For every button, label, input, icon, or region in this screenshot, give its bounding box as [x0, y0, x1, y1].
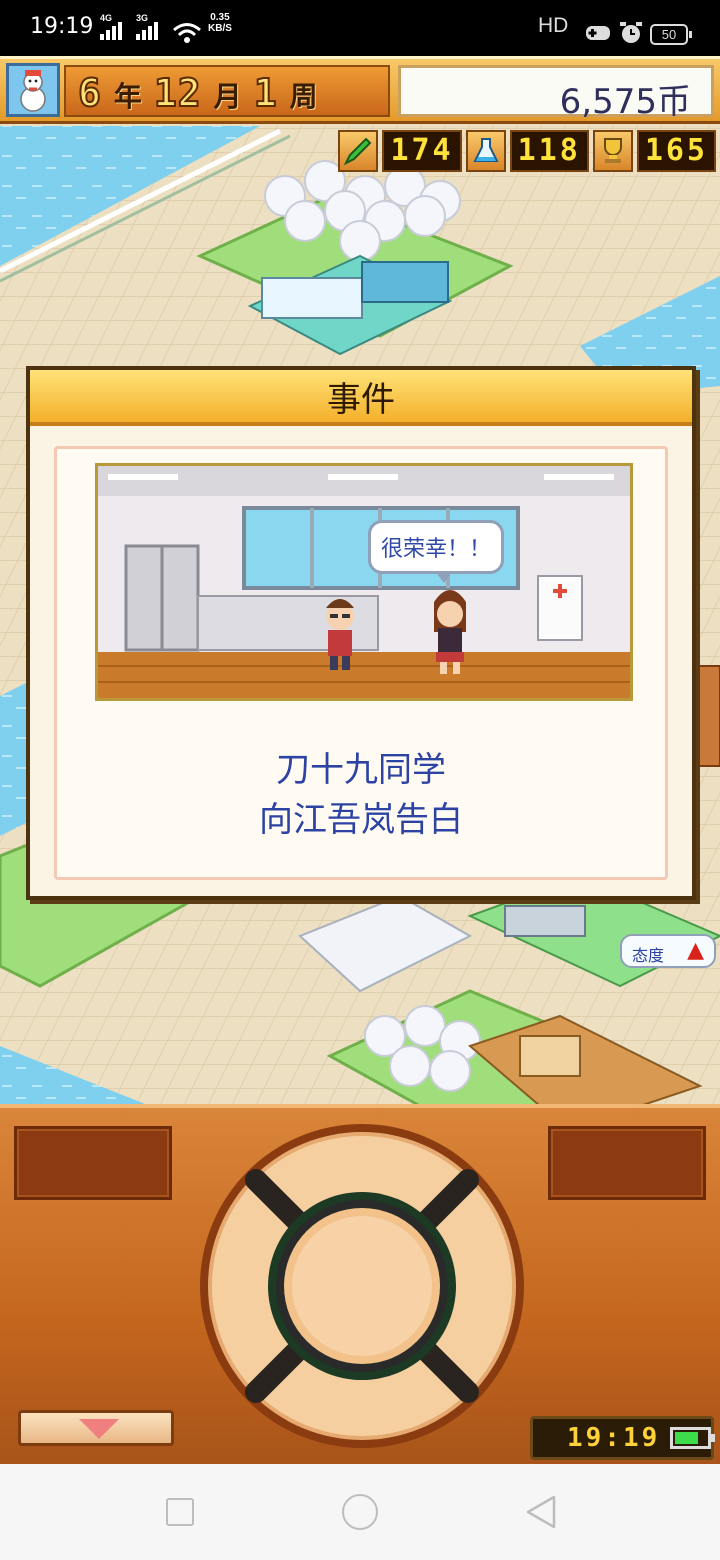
wifi-icon: [173, 23, 201, 43]
trophy-icon: [592, 130, 633, 172]
snowman-icon: [6, 63, 60, 117]
girl-student: [434, 590, 466, 674]
network-speed: 0.35 KB/S: [208, 12, 232, 34]
week-unit: 周: [289, 80, 318, 113]
battery-icon: [670, 1427, 715, 1449]
status-bar: 19:19 4G 3G 0.35 KB/S HD 50: [0, 0, 720, 56]
network-speed-unit: KB/S: [208, 23, 232, 34]
status-time: 19:19: [30, 14, 94, 39]
right-action-button[interactable]: [548, 1126, 706, 1200]
event-scene: 很荣幸！！: [95, 463, 633, 701]
back-button[interactable]: [524, 1494, 558, 1530]
event-line-1: 刀十九同学: [276, 750, 446, 790]
game-clock: 19:19: [530, 1416, 715, 1460]
home-button[interactable]: [342, 1494, 378, 1530]
speech-bubble: 很荣幸！！: [368, 520, 505, 583]
hd-label: HD: [538, 14, 569, 37]
year-number: 6: [77, 70, 102, 116]
signal-icon: [100, 22, 122, 40]
center-button[interactable]: [288, 1212, 436, 1360]
science-stat: 118: [509, 130, 589, 172]
month-number: 12: [153, 70, 202, 116]
attitude-up-icon: ▲: [687, 938, 704, 963]
stats-bar: 174 118 165: [338, 130, 716, 172]
event-dialog[interactable]: 事件 很荣幸！！ 刀十九同学 向江吾岚告白: [26, 366, 696, 900]
week-number: 1: [253, 70, 278, 116]
dialog-body: 很荣幸！！ 刀十九同学 向江吾岚告白: [54, 446, 668, 880]
alarm-icon: [620, 22, 642, 43]
money-display: 6,575币: [398, 65, 714, 122]
dialog-title: 事件: [327, 379, 395, 420]
controller-panel: 19:19: [0, 1104, 720, 1464]
left-action-button[interactable]: [14, 1126, 172, 1200]
network-speed-value: 0.35: [210, 12, 230, 23]
recent-apps-button[interactable]: [166, 1498, 194, 1526]
money-amount: 6,575币: [559, 82, 691, 122]
attitude-label: 态度: [632, 946, 665, 965]
date-display: 6 年 12 月 1 周: [64, 65, 390, 117]
event-line-2: 向江吾岚告白: [259, 800, 463, 840]
gamepad-icon: [586, 26, 610, 40]
flask-icon: [465, 130, 506, 172]
study-stat: 174: [382, 130, 462, 172]
month-unit: 月: [213, 80, 242, 113]
game-area[interactable]: 6 年 12 月 1 周 6,575币 174 118 165 态度 ▲ 事件 …: [0, 56, 720, 1106]
game-clock-time: 19:19: [567, 1423, 661, 1453]
battery-indicator: 50: [650, 24, 692, 45]
year-unit: 年: [113, 80, 142, 113]
navigation-bar: [0, 1464, 720, 1560]
sports-stat: 165: [636, 130, 716, 172]
event-description: 刀十九同学 向江吾岚告白: [57, 745, 665, 845]
attitude-popup: 态度 ▲: [620, 934, 716, 968]
menu-toggle-button[interactable]: [18, 1410, 174, 1446]
hallway-scene: [98, 466, 630, 698]
dialog-header: 事件: [30, 370, 692, 426]
signal-icon: [136, 22, 158, 40]
pencil-icon: [338, 130, 379, 172]
top-info-bar: 6 年 12 月 1 周 6,575币: [0, 56, 720, 124]
